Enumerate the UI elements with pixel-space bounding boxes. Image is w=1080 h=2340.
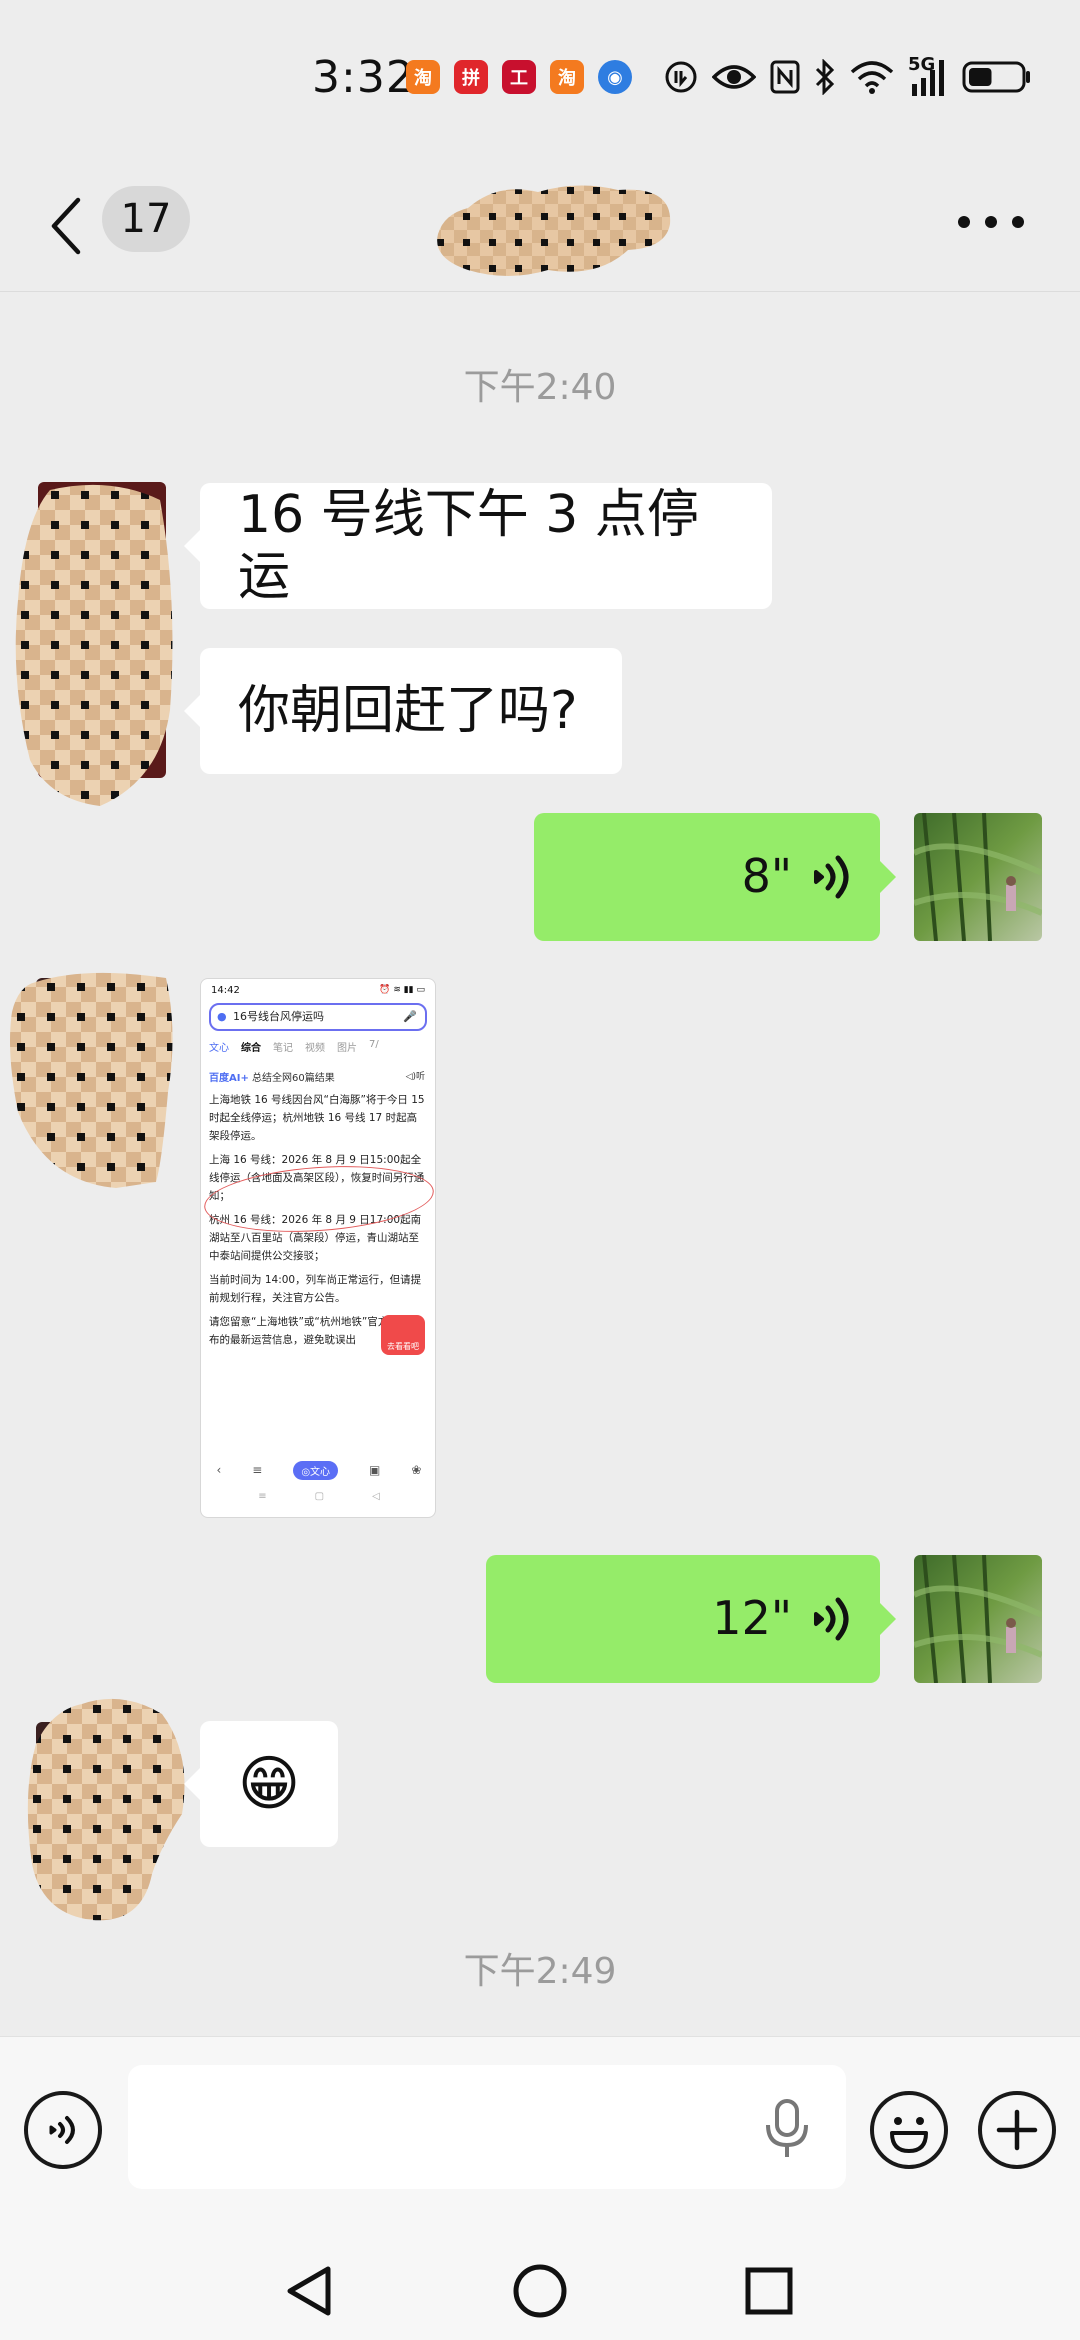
bluetooth-icon bbox=[814, 56, 836, 98]
thumb-list-icon: ≡ bbox=[252, 1463, 263, 1477]
thumb-paw-icon: ❀ bbox=[411, 1463, 422, 1477]
thumb-baidu-icon: ● bbox=[217, 1010, 227, 1023]
status-bar: 3:32 淘 拼 工 淘 ◉ 5G bbox=[0, 0, 1080, 160]
thumb-bullet: 当前时间为 14:00，列车尚正常运行，但请提前规划行程，关注官方公告。 bbox=[209, 1274, 422, 1304]
thumb-tab: 图片 bbox=[337, 1043, 357, 1054]
contact-avatar[interactable] bbox=[10, 480, 180, 810]
thumb-ai-brand: 百度AI+ bbox=[209, 1073, 249, 1084]
wifi-icon bbox=[850, 56, 894, 98]
battery-icon bbox=[962, 56, 1032, 98]
nfc-icon bbox=[770, 56, 800, 98]
chevron-left-icon bbox=[51, 197, 81, 255]
thumb-tabs: 文心 综合 笔记 视频 图片 7/ bbox=[209, 1039, 429, 1054]
taobao-app-icon: 淘 bbox=[406, 60, 440, 94]
notification-icons: 淘 拼 工 淘 ◉ bbox=[406, 60, 632, 94]
redacted-chat-title bbox=[437, 185, 671, 276]
triangle-back-icon bbox=[287, 2266, 331, 2316]
data-saver-icon bbox=[664, 56, 698, 98]
outgoing-voice-message[interactable]: 8" bbox=[534, 813, 896, 941]
my-avatar[interactable] bbox=[914, 1555, 1042, 1683]
microphone-icon[interactable] bbox=[762, 2099, 812, 2159]
incoming-sticker-bubble[interactable]: 😁 bbox=[184, 1721, 338, 1847]
message-timestamp: 下午2:49 bbox=[463, 1951, 617, 1992]
system-icons: 5G bbox=[664, 56, 1032, 98]
message-timestamp: 下午2:40 bbox=[463, 367, 617, 408]
chat-screen: 3:32 淘 拼 工 淘 ◉ 5G 17 下午2:40 16 号线下午 3 点停… bbox=[0, 0, 1080, 2340]
taobao-app-icon-2: 淘 bbox=[550, 60, 584, 94]
more-dot-icon bbox=[1012, 216, 1024, 228]
thumb-ai-text: 总结全网60篇结果 bbox=[252, 1073, 335, 1084]
emoji-button[interactable] bbox=[870, 2091, 948, 2169]
more-functions-button[interactable] bbox=[978, 2091, 1056, 2169]
incoming-message-bubble[interactable]: 你朝回赶了吗? bbox=[184, 648, 622, 774]
voice-duration: 8" bbox=[741, 849, 792, 904]
my-avatar[interactable] bbox=[914, 813, 1042, 941]
thumb-tab: 7/ bbox=[369, 1039, 379, 1050]
thumb-search-text: 16号线台风停运吗 bbox=[233, 1010, 324, 1023]
contact-avatar[interactable] bbox=[6, 972, 176, 1192]
more-dot-icon bbox=[985, 216, 997, 228]
chat-title-bar: 17 bbox=[0, 160, 1080, 292]
grinning-face-sticker: 😁 bbox=[237, 1749, 301, 1819]
nav-back-button[interactable] bbox=[276, 2258, 342, 2324]
pinduoduo-app-icon: 拼 bbox=[454, 60, 488, 94]
unread-count-badge[interactable]: 17 bbox=[102, 186, 190, 252]
browser-app-icon: ◉ bbox=[598, 60, 632, 94]
voice-input-toggle[interactable] bbox=[24, 2091, 102, 2169]
thumb-nav-back-icon: ◁ bbox=[372, 1491, 380, 1502]
signal-icon: 5G bbox=[908, 56, 948, 98]
bank-app-icon: 工 bbox=[502, 60, 536, 94]
thumb-nav-home-icon: ▢ bbox=[314, 1491, 325, 1502]
outgoing-voice-message[interactable]: 12" bbox=[486, 1555, 896, 1683]
thumb-mic-icon: 🎤 bbox=[403, 1010, 417, 1023]
system-nav-bar bbox=[0, 2238, 1080, 2340]
thumb-tab: 视频 bbox=[305, 1043, 325, 1054]
bamboo-photo-avatar bbox=[914, 813, 1042, 941]
thumb-status-icons: ⏰ ≋ ▮▮ ▭ bbox=[379, 985, 425, 995]
thumb-nav-menu-icon: ≡ bbox=[258, 1491, 267, 1502]
thumb-wenxin-button: ◎文心 bbox=[293, 1460, 339, 1480]
screenshot-image-message[interactable]: 14:42 ⏰ ≋ ▮▮ ▭ 16号线台风停运吗 ● 🎤 文心 综合 笔记 视频… bbox=[200, 978, 436, 1518]
bamboo-photo-avatar bbox=[914, 1555, 1042, 1683]
thumb-image-icon: ▣ bbox=[369, 1463, 381, 1477]
thumb-back-icon: ‹ bbox=[216, 1463, 222, 1477]
eye-comfort-icon bbox=[712, 56, 756, 98]
voice-duration: 12" bbox=[712, 1591, 792, 1646]
thumb-ai-header: 百度AI+ 总结全网60篇结果 bbox=[209, 1069, 335, 1084]
contact-avatar[interactable] bbox=[22, 1694, 192, 1924]
square-recents-icon bbox=[745, 2267, 793, 2315]
thumb-bottom-toolbar: ‹ ≡ ◎文心 ▣ ❀ bbox=[201, 1455, 435, 1485]
message-text: 16 号线下午 3 点停运 bbox=[238, 484, 699, 607]
voice-wave-icon bbox=[814, 855, 849, 899]
incoming-message-bubble[interactable]: 16 号线下午 3 点停运 bbox=[184, 483, 772, 609]
thumb-tab: 综合 bbox=[241, 1043, 261, 1054]
circle-home-icon bbox=[513, 2264, 567, 2318]
more-dot-icon bbox=[958, 216, 970, 228]
voice-mode-icon bbox=[49, 2116, 75, 2144]
message-text: 你朝回赶了吗? bbox=[238, 680, 578, 741]
nav-home-button[interactable] bbox=[507, 2258, 573, 2324]
nav-recents-button[interactable] bbox=[736, 2258, 802, 2324]
thumb-promo-badge: 去看看吧 bbox=[381, 1315, 425, 1355]
status-time: 3:32 bbox=[312, 52, 415, 103]
message-input-bar bbox=[0, 2036, 1080, 2238]
smiley-icon bbox=[890, 2117, 928, 2153]
plus-icon bbox=[996, 2109, 1038, 2151]
thumb-search-bar: 16号线台风停运吗 ● 🎤 bbox=[209, 1003, 427, 1031]
thumb-listen-label: ◁)听 bbox=[405, 1072, 425, 1082]
voice-wave-icon bbox=[814, 1597, 849, 1641]
network-type: 5G bbox=[908, 54, 936, 75]
back-button[interactable] bbox=[50, 188, 94, 264]
thumb-tab: 文心 bbox=[209, 1043, 229, 1054]
more-options-button[interactable] bbox=[958, 212, 1024, 232]
message-input[interactable] bbox=[128, 2065, 846, 2189]
thumb-nav-bar: ≡ ▢ ◁ bbox=[201, 1491, 435, 1502]
thumb-status-time: 14:42 bbox=[211, 985, 240, 996]
thumb-tab: 笔记 bbox=[273, 1043, 293, 1054]
thumb-summary: 上海地铁 16 号线因台风“白海豚”将于今日 15 时起全线停运；杭州地铁 16… bbox=[209, 1094, 425, 1142]
